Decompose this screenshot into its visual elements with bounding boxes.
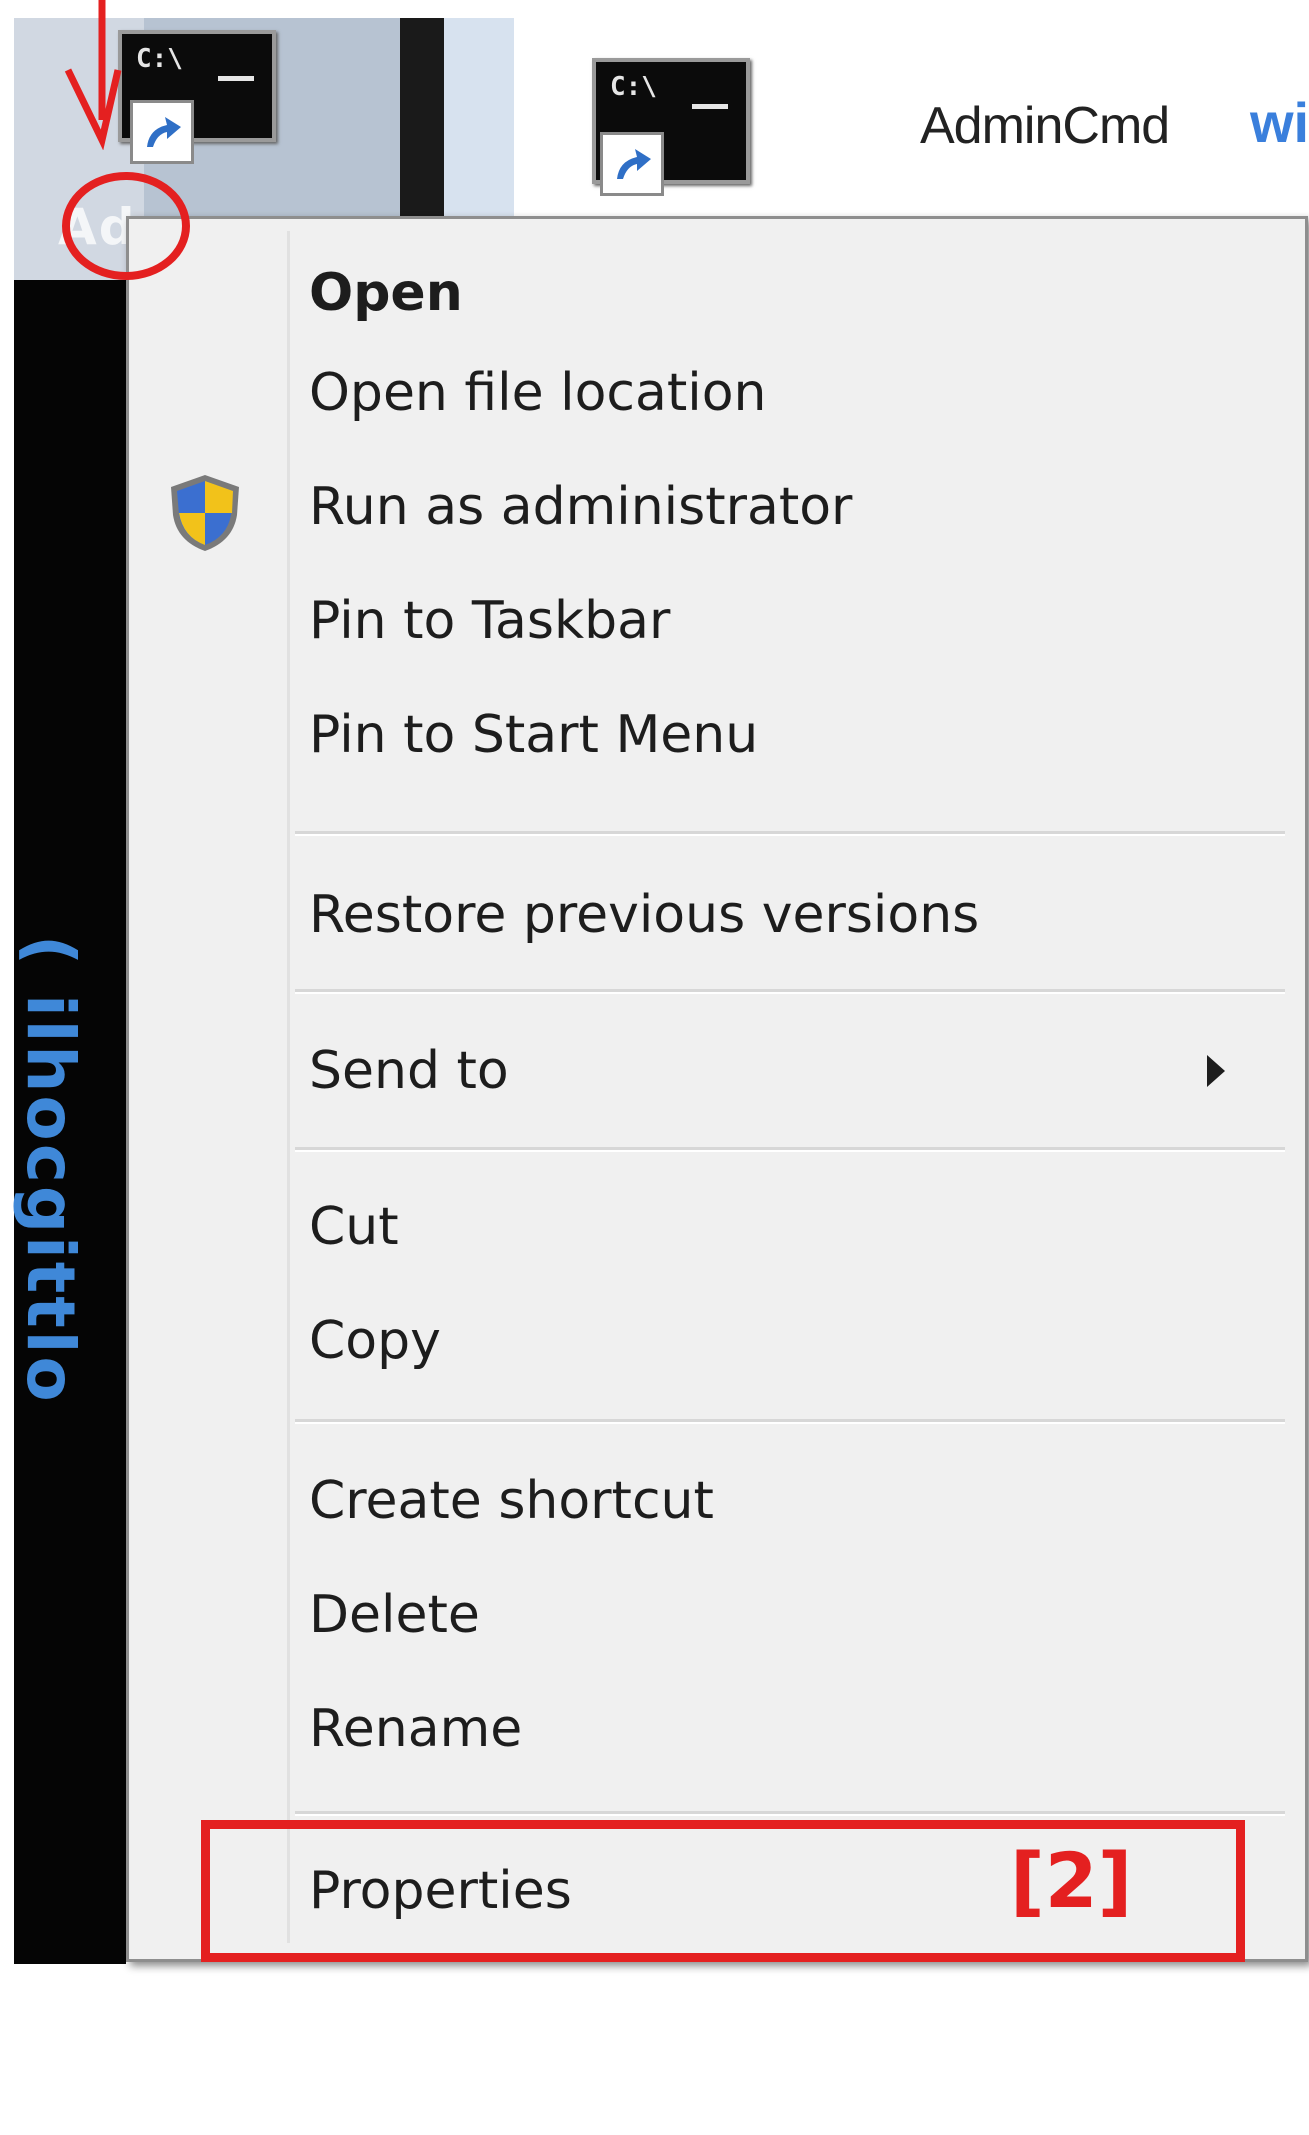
menu-item-run-as-administrator[interactable]: Run as administrator [309,461,1269,553]
annotation-circle [62,172,190,280]
menu-separator [295,1147,1285,1152]
cmd-cursor [692,104,728,109]
shortcut-arrow-icon [130,100,194,164]
menu-item-label: Send to [309,1041,509,1101]
vertical-link-text: ( ilhocgittlo [12,935,89,1405]
menu-item-rename[interactable]: Rename [309,1683,1269,1775]
menu-item-label: Copy [309,1311,441,1371]
menu-item-open-file-location[interactable]: Open file location [309,347,1269,439]
annotation-arrow-icon [58,0,138,154]
shortcut-arrow-icon [600,132,664,196]
cmd-prompt-text: C:\ [610,72,657,102]
menu-item-send-to[interactable]: Send to [309,1025,1269,1117]
menu-item-label: Open [309,263,463,323]
menu-separator [295,831,1285,836]
menu-item-create-shortcut[interactable]: Create shortcut [309,1455,1269,1547]
menu-item-label: Restore previous versions [309,885,980,945]
menu-item-cut[interactable]: Cut [309,1181,1269,1273]
cmd-prompt-text: C:\ [136,44,183,74]
menu-item-label: Cut [309,1197,399,1257]
cmd-cursor [218,76,254,81]
menu-item-pin-to-start-menu[interactable]: Pin to Start Menu [309,689,1269,781]
uac-shield-icon [165,471,245,559]
menu-separator [295,1419,1285,1424]
menu-item-label: Create shortcut [309,1471,714,1531]
menu-item-label: Delete [309,1585,480,1645]
dark-window-strip: ( ilhocgittlo [12,280,126,1964]
menu-item-copy[interactable]: Copy [309,1295,1269,1387]
menu-item-label: Rename [309,1699,523,1759]
menu-item-pin-to-taskbar[interactable]: Pin to Taskbar [309,575,1269,667]
partial-label: wi [1250,91,1309,154]
menu-item-label: Pin to Taskbar [309,591,671,651]
context-menu: Open Open file location Run as administr… [126,216,1308,1962]
menu-item-delete[interactable]: Delete [309,1569,1269,1661]
admincmd-label[interactable]: AdminCmd [920,96,1170,156]
menu-item-restore-previous-versions[interactable]: Restore previous versions [309,869,1269,961]
menu-separator [295,989,1285,994]
annotation-step-label: [2] [1010,1836,1133,1925]
menu-item-open[interactable]: Open [309,247,1269,339]
menu-item-label: Pin to Start Menu [309,705,759,765]
chevron-right-icon [1207,1055,1225,1087]
menu-separator [295,1811,1285,1816]
menu-item-label: Open file location [309,363,767,423]
menu-item-label: Run as administrator [309,477,853,537]
menu-icon-gutter [287,231,290,1943]
